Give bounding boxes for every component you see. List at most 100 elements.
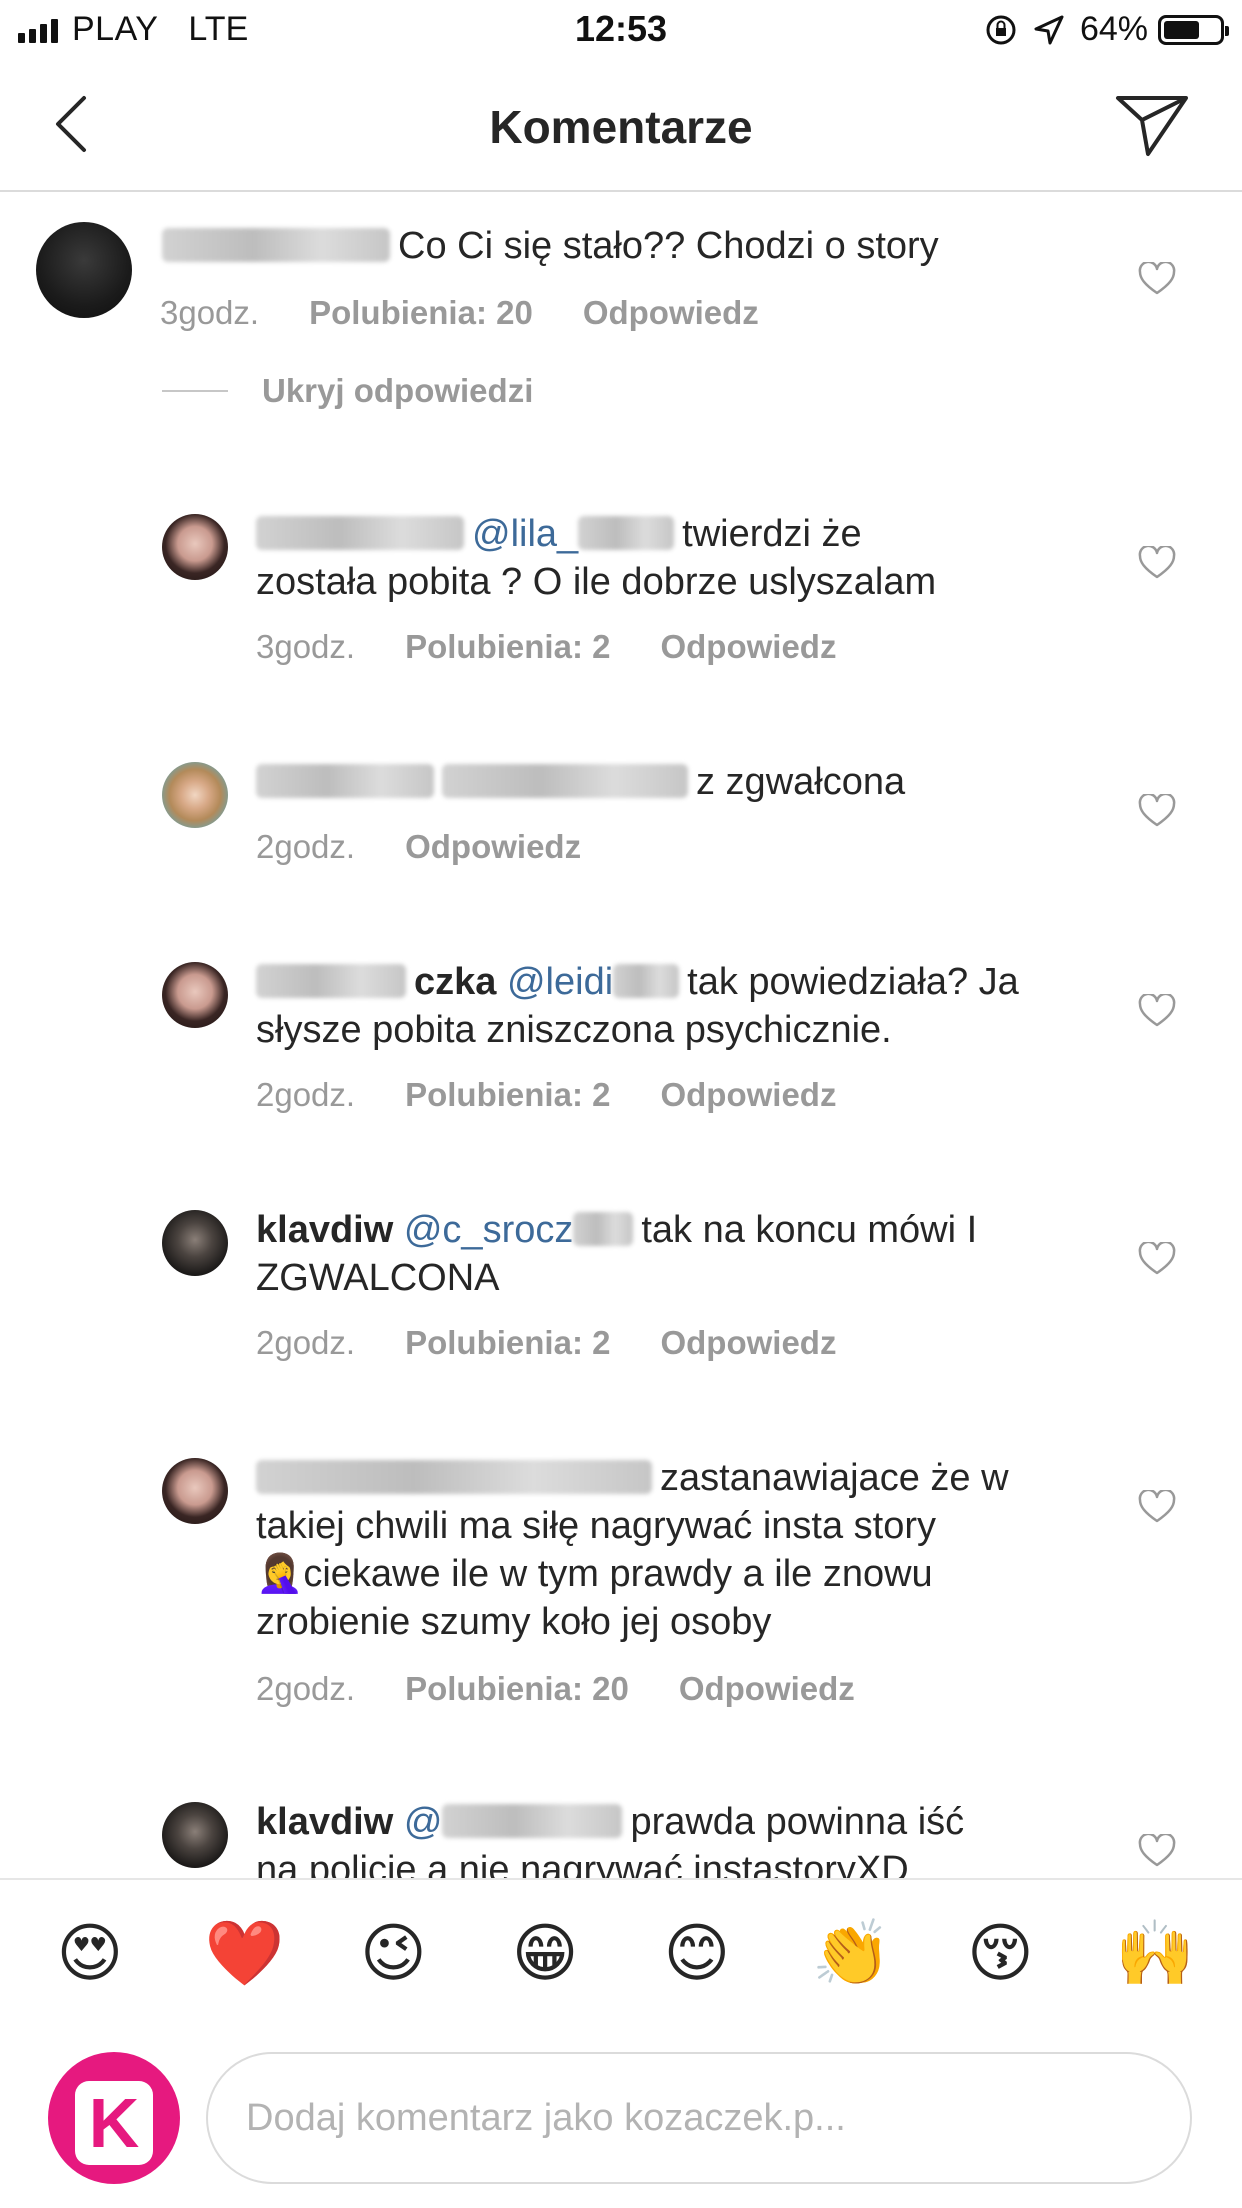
blurred-mention — [578, 516, 675, 550]
comment-body: @lila_ twierdzi że została pobita ? O ile… — [256, 510, 936, 606]
likes-count[interactable]: Polubienia: 20 — [309, 294, 533, 332]
heart-icon[interactable] — [1138, 262, 1176, 296]
reply-button[interactable]: Odpowiedz — [405, 828, 581, 866]
likes-count[interactable]: Polubienia: 2 — [405, 628, 610, 666]
comment-body: klavdiw @ prawda powinna iść na policie a… — [256, 1798, 964, 1878]
smile-emoji[interactable]: 😊 — [660, 1917, 734, 1991]
comment-time: 2godz. — [256, 828, 356, 865]
comment-text: twierdzi że — [682, 513, 862, 555]
comments-list[interactable]: Co Ci się stało?? Chodzi o story 3godz. … — [0, 192, 1242, 1878]
avatar[interactable] — [162, 962, 228, 1028]
blurred-username[interactable] — [256, 964, 406, 998]
reply-button[interactable]: Odpowiedz — [679, 1670, 855, 1708]
red-heart-emoji[interactable]: ❤️ — [205, 1917, 285, 1991]
avatar-letter: K — [75, 2081, 153, 2165]
heart-icon[interactable] — [1138, 1490, 1176, 1524]
likes-count[interactable]: Polubienia: 2 — [405, 1324, 610, 1362]
mention[interactable]: @leidi — [507, 961, 613, 1003]
avatar[interactable] — [162, 1802, 228, 1868]
comment-meta: 2godz. Polubienia: 2 Odpowiedz — [256, 1324, 886, 1362]
comment-time: 2godz. — [256, 1670, 356, 1707]
battery-icon — [1158, 14, 1229, 45]
comment-meta: 2godz. Polubienia: 2 Odpowiedz — [256, 1076, 886, 1114]
divider-line — [162, 390, 228, 392]
username[interactable]: klavdiw — [256, 1209, 393, 1251]
avatar[interactable] — [36, 222, 132, 318]
avatar[interactable] — [162, 514, 228, 580]
comment-text: tak powiedziała? Ja — [687, 961, 1019, 1003]
heart-icon[interactable] — [1138, 1834, 1176, 1868]
wink-emoji[interactable]: 😉 — [356, 1917, 430, 1991]
emoji-quick-bar: 😍 ❤️ 😉 😁 😊 👏 😚 🙌 — [0, 1878, 1242, 2028]
battery-percent: 64% — [1079, 10, 1148, 48]
comment-meta: 2godz. Odpowiedz — [256, 828, 631, 866]
mention[interactable]: @c_srocz — [404, 1209, 574, 1251]
comment-time: 3godz. — [160, 294, 260, 331]
comment-body: zastanawiajace że w takiej chwili ma sił… — [256, 1454, 1009, 1646]
grin-emoji[interactable]: 😁 — [508, 1917, 582, 1991]
comment-text: z zgwałcona — [696, 761, 906, 803]
hide-replies[interactable]: Ukryj odpowiedzi — [162, 372, 533, 410]
reply-button[interactable]: Odpowiedz — [660, 628, 836, 666]
comment-text: słysze pobita zniszczona psychicznie. — [256, 1009, 892, 1051]
comment-text: ZGWALCONA — [256, 1257, 500, 1299]
hide-replies-label[interactable]: Ukryj odpowiedzi — [262, 372, 533, 410]
blurred-mention — [573, 1212, 634, 1246]
comment-meta: 3godz. Polubienia: 20 Odpowiedz — [160, 294, 809, 332]
comment-time: 2godz. — [256, 1076, 356, 1113]
mention[interactable]: @lila_ — [472, 513, 578, 555]
heart-icon[interactable] — [1138, 1242, 1176, 1276]
avatar[interactable] — [162, 1210, 228, 1276]
blurred-username[interactable] — [256, 764, 434, 798]
comment-input-bar: K — [0, 2028, 1242, 2208]
heart-icon[interactable] — [1138, 794, 1176, 828]
comment-text: na policie a nie nagrywać instastoryXD — [256, 1849, 909, 1878]
avatar[interactable]: K — [48, 2052, 180, 2184]
likes-count[interactable]: Polubienia: 2 — [405, 1076, 610, 1114]
rotation-lock-icon — [986, 15, 1016, 44]
heart-icon[interactable] — [1138, 994, 1176, 1028]
reply-button[interactable]: Odpowiedz — [660, 1076, 836, 1114]
comment-body: z zgwałcona — [256, 758, 905, 806]
comment-text: prawda powinna iść — [630, 1801, 965, 1843]
paper-plane-icon[interactable] — [1112, 88, 1192, 160]
comment-text: zastanawiajace że w — [660, 1457, 1009, 1499]
comment-body: klavdiw @c_srocz tak na koncu mówi I ZGWA… — [256, 1206, 977, 1302]
comment-text: została pobita ? O ile dobrze uslyszalam — [256, 561, 937, 603]
comment-text: takiej chwili ma siłę nagrywać insta sto… — [256, 1505, 937, 1547]
comment-time: 2godz. — [256, 1324, 356, 1361]
comment-text: Co Ci się stało?? Chodzi o story — [398, 225, 939, 267]
blurred-username[interactable] — [256, 516, 464, 550]
avatar[interactable] — [162, 1458, 228, 1524]
reply-button[interactable]: Odpowiedz — [583, 294, 759, 332]
heart-eyes-emoji[interactable]: 😍 — [53, 1917, 127, 1991]
comment-text: zrobienie szumy koło jej osoby — [256, 1601, 772, 1643]
kiss-emoji[interactable]: 😚 — [963, 1917, 1037, 1991]
raised-hands-emoji[interactable]: 🙌 — [1115, 1917, 1195, 1991]
clap-emoji[interactable]: 👏 — [812, 1917, 892, 1991]
heart-icon[interactable] — [1138, 546, 1176, 580]
comment-body: czka @leidi tak powiedziała? Ja słysze po… — [256, 958, 1019, 1054]
nav-bar: Komentarze — [0, 62, 1242, 192]
comment-text: tak na koncu mówi I — [641, 1209, 978, 1251]
comment-time: 3godz. — [256, 628, 356, 665]
comment-body: Co Ci się stało?? Chodzi o story — [162, 222, 939, 270]
comment-input[interactable] — [206, 2052, 1192, 2184]
avatar[interactable] — [162, 762, 228, 828]
comment-text: ciekawe ile w tym prawdy a ile znowu — [303, 1553, 933, 1595]
mention[interactable]: @ — [404, 1801, 443, 1843]
page-title: Komentarze — [489, 101, 753, 153]
blurred-username[interactable] — [256, 1460, 652, 1494]
location-arrow-icon — [1034, 15, 1064, 44]
comment-meta: 3godz. Polubienia: 2 Odpowiedz — [256, 628, 886, 666]
facepalm-emoji: 🤦‍♀️ — [256, 1553, 304, 1595]
blurred-mention — [442, 1804, 623, 1838]
likes-count[interactable]: Polubienia: 20 — [405, 1670, 629, 1708]
blurred-username[interactable] — [162, 228, 390, 262]
username[interactable]: klavdiw — [256, 1801, 393, 1843]
blurred-mention — [613, 964, 680, 998]
reply-button[interactable]: Odpowiedz — [660, 1324, 836, 1362]
status-bar: PLAY LTE 12:53 64% — [0, 0, 1242, 62]
blurred-mention — [442, 764, 688, 798]
username[interactable]: czka — [414, 961, 496, 1003]
